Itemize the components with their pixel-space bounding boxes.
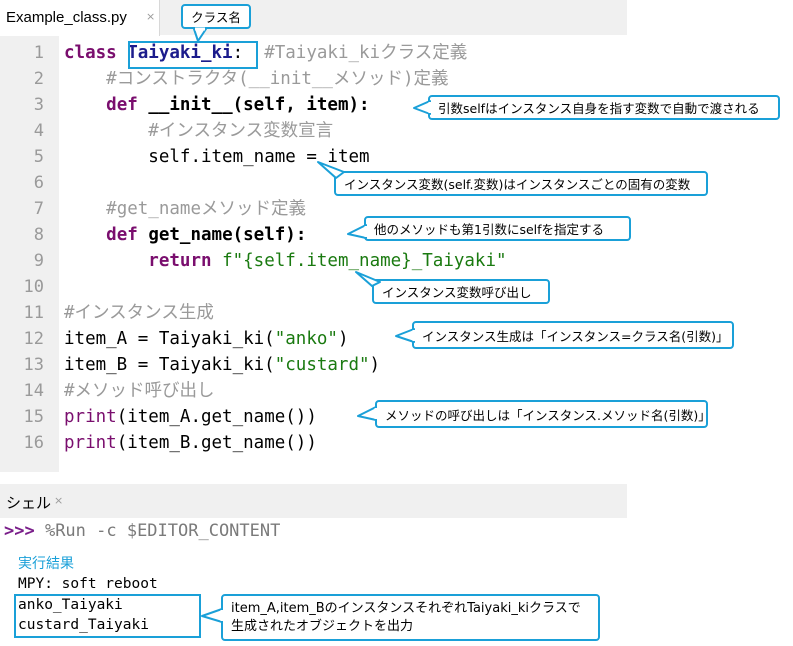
code-text: item_A = Taiyaki_ki( — [64, 329, 275, 349]
comment: #Taiyaki_kiクラス定義 — [243, 43, 468, 63]
code-line-7: #get_nameメソッド定義 — [64, 196, 306, 222]
callout-pointer — [201, 608, 224, 623]
shell-tab-bar: シェル × — [0, 484, 627, 518]
line-number: 16 — [23, 433, 44, 453]
line-number: 15 — [23, 407, 44, 427]
shell-tab[interactable]: シェル × — [0, 484, 70, 518]
callout-pointer — [357, 406, 378, 421]
editor-tab-label: Example_class.py — [6, 9, 127, 26]
callout-self-argument: 引数selfはインスタンス自身を指す変数で自動で渡される — [428, 95, 780, 120]
method-signature: get_name(self): — [148, 225, 307, 245]
output-highlight — [14, 594, 201, 638]
line-number: 14 — [23, 381, 44, 401]
line-number: 3 — [33, 95, 44, 115]
code-line-16: print(item_B.get_name()) — [64, 430, 317, 456]
string-literal: "custard" — [274, 355, 370, 375]
callout-instance-creation: インスタンス生成は「インスタンス=クラス名(引数)」 — [412, 321, 734, 349]
callout-class-name: クラス名 — [181, 4, 251, 29]
init-signature: __init__(self, item): — [148, 95, 370, 115]
comment: #インスタンス変数宣言 — [148, 121, 334, 141]
callout-pointer — [347, 224, 368, 239]
callout-method-self: 他のメソッドも第1引数にselfを指定する — [364, 216, 631, 241]
callout-output: item_A,item_BのインスタンスそれぞれTaiyaki_kiクラスで 生… — [221, 594, 600, 641]
code-text: ) — [337, 329, 349, 349]
line-number: 5 — [33, 147, 44, 167]
code-line-8: def get_name(self): — [64, 222, 306, 248]
comment: #インスタンス生成 — [64, 303, 214, 323]
code-line-9: return f"{self.item_name}_Taiyaki" — [64, 248, 507, 274]
code-line-4: #インスタンス変数宣言 — [64, 118, 333, 144]
code-line-11: #インスタンス生成 — [64, 300, 214, 326]
close-icon[interactable]: × — [146, 10, 155, 23]
result-label: 実行結果 — [18, 556, 74, 572]
callout-pointer — [193, 27, 207, 42]
code-text: ) — [369, 355, 381, 375]
line-number: 4 — [33, 121, 44, 141]
line-number: 7 — [33, 199, 44, 219]
callout-pointer — [355, 271, 381, 287]
line-number: 6 — [33, 173, 44, 193]
line-number: 8 — [33, 225, 44, 245]
callout-output-line-2: 生成されたオブジェクトを出力 — [231, 618, 414, 634]
code-text: item_B = Taiyaki_ki( — [64, 355, 275, 375]
builtin-print: print — [64, 433, 117, 453]
keyword-def: def — [106, 225, 149, 245]
editor-tab-bar: Example_class.py × — [0, 0, 627, 36]
code-line-2: #コンストラクタ(__init__メソッド)定義 — [64, 66, 449, 92]
code-text: (item_B.get_name()) — [116, 433, 317, 453]
code-line-13: item_B = Taiyaki_ki("custard") — [64, 352, 380, 378]
shell-command-line: >>> %Run -c $EDITOR_CONTENT — [4, 521, 280, 541]
line-number: 2 — [33, 69, 44, 89]
keyword-return: return — [148, 251, 223, 271]
code-line-14: #メソッド呼び出し — [64, 378, 215, 404]
shell-output-line: MPY: soft reboot — [18, 576, 158, 592]
builtin-print: print — [64, 407, 117, 427]
callout-pointer — [413, 100, 432, 115]
line-number: 1 — [33, 43, 44, 63]
editor-tab-example-class[interactable]: Example_class.py × — [0, 0, 160, 36]
code-text: (item_A.get_name()) — [116, 407, 317, 427]
keyword-def: def — [106, 95, 149, 115]
callout-instance-variable-call: インスタンス変数呼び出し — [372, 279, 550, 304]
code-line-3: def __init__(self, item): — [64, 92, 370, 118]
shell-prompt: >>> — [4, 521, 35, 541]
line-number: 12 — [23, 329, 44, 349]
shell-command: %Run -c $EDITOR_CONTENT — [34, 521, 281, 541]
line-number-gutter: 1 2 3 4 5 6 7 8 9 10 11 12 13 14 15 16 — [0, 36, 59, 472]
comment: #get_nameメソッド定義 — [106, 199, 306, 219]
keyword-class: class — [64, 43, 128, 63]
code-line-15: print(item_A.get_name()) — [64, 404, 317, 430]
code-line-1: class Taiyaki_ki: #Taiyaki_kiクラス定義 — [64, 40, 467, 66]
callout-pointer — [317, 161, 345, 179]
comment: #コンストラクタ(__init__メソッド)定義 — [106, 69, 449, 89]
line-number: 9 — [33, 251, 44, 271]
string-literal: f"{self.item_name}_Taiyaki" — [222, 251, 507, 271]
line-number: 11 — [23, 303, 44, 323]
class-name-highlight — [128, 41, 258, 69]
callout-pointer — [395, 328, 416, 343]
comment: #メソッド呼び出し — [64, 381, 215, 401]
callout-instance-variable: インスタンス変数(self.変数)はインスタンスごとの固有の変数 — [334, 171, 708, 196]
callout-output-line-1: item_A,item_BのインスタンスそれぞれTaiyaki_kiクラスで — [231, 600, 581, 616]
close-icon[interactable]: × — [54, 494, 63, 507]
callout-method-call: メソッドの呼び出しは「インスタンス.メソッド名(引数)」 — [375, 400, 711, 428]
code-line-12: item_A = Taiyaki_ki("anko") — [64, 326, 348, 352]
line-number: 10 — [23, 277, 44, 297]
shell-tab-label: シェル — [6, 495, 52, 512]
line-number: 13 — [23, 355, 44, 375]
string-literal: "anko" — [274, 329, 338, 349]
